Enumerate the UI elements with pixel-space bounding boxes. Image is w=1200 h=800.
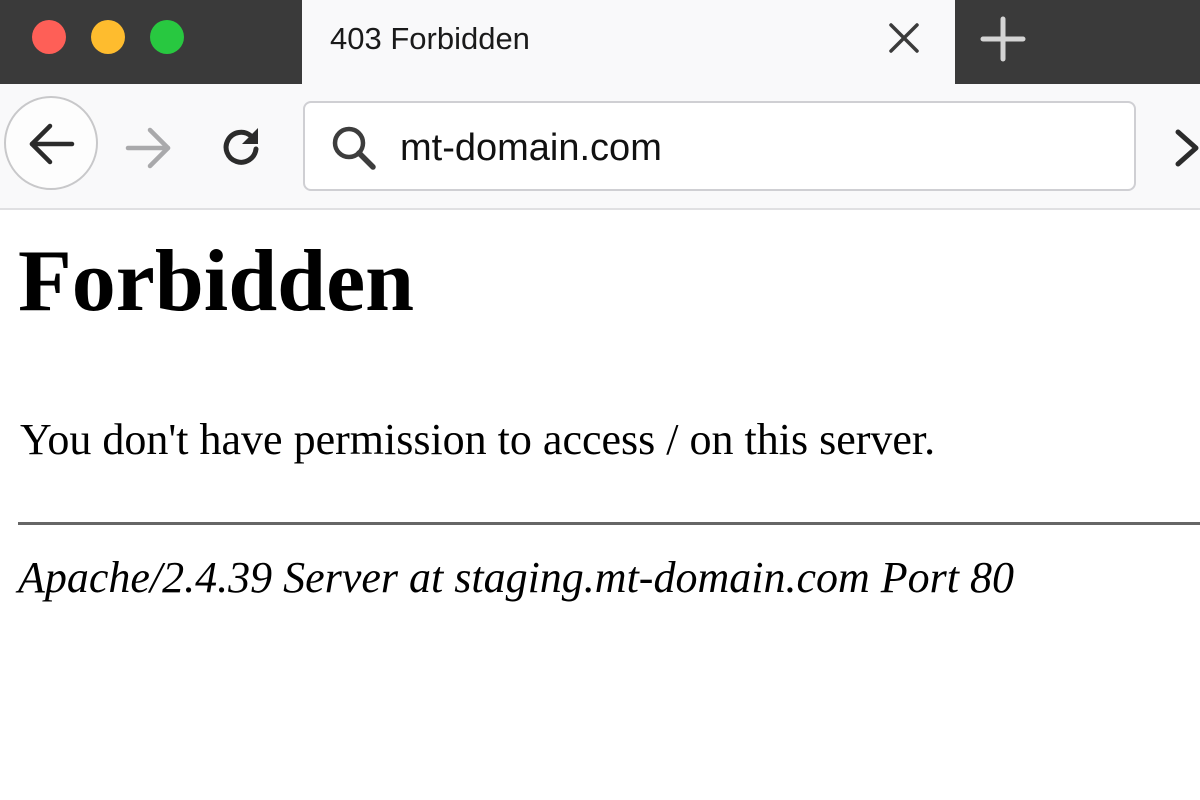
tab-active[interactable]: 403 Forbidden	[302, 0, 955, 84]
page-title: Forbidden	[18, 233, 415, 330]
reload-button[interactable]	[214, 120, 270, 174]
divider	[18, 522, 1200, 525]
chevron-right-icon	[1175, 129, 1199, 167]
server-signature: Apache/2.4.39 Server at staging.mt-domai…	[18, 553, 1014, 602]
window-maximize-button[interactable]	[150, 20, 184, 54]
navigation-toolbar: mt-domain.com	[0, 84, 1200, 210]
arrow-left-icon	[29, 123, 75, 165]
forward-button[interactable]	[118, 122, 178, 172]
toolbar-overflow-button[interactable]	[1172, 124, 1200, 172]
plus-icon	[980, 16, 1026, 62]
arrow-right-icon	[125, 127, 171, 169]
new-tab-button[interactable]	[978, 14, 1028, 64]
tab-title: 403 Forbidden	[330, 21, 530, 56]
tab-close-button[interactable]	[886, 20, 922, 56]
tab-strip: 403 Forbidden	[0, 0, 1200, 84]
reload-icon	[223, 128, 259, 165]
url-text[interactable]: mt-domain.com	[400, 126, 662, 170]
page-content: Forbidden You don't have permission to a…	[0, 210, 1200, 800]
window-minimize-button[interactable]	[91, 20, 125, 54]
search-icon	[332, 126, 376, 170]
back-button[interactable]	[4, 96, 98, 190]
error-message: You don't have permission to access / on…	[20, 415, 936, 464]
address-bar[interactable]: mt-domain.com	[303, 101, 1136, 191]
window-close-button[interactable]	[32, 20, 66, 54]
close-icon	[889, 23, 919, 53]
